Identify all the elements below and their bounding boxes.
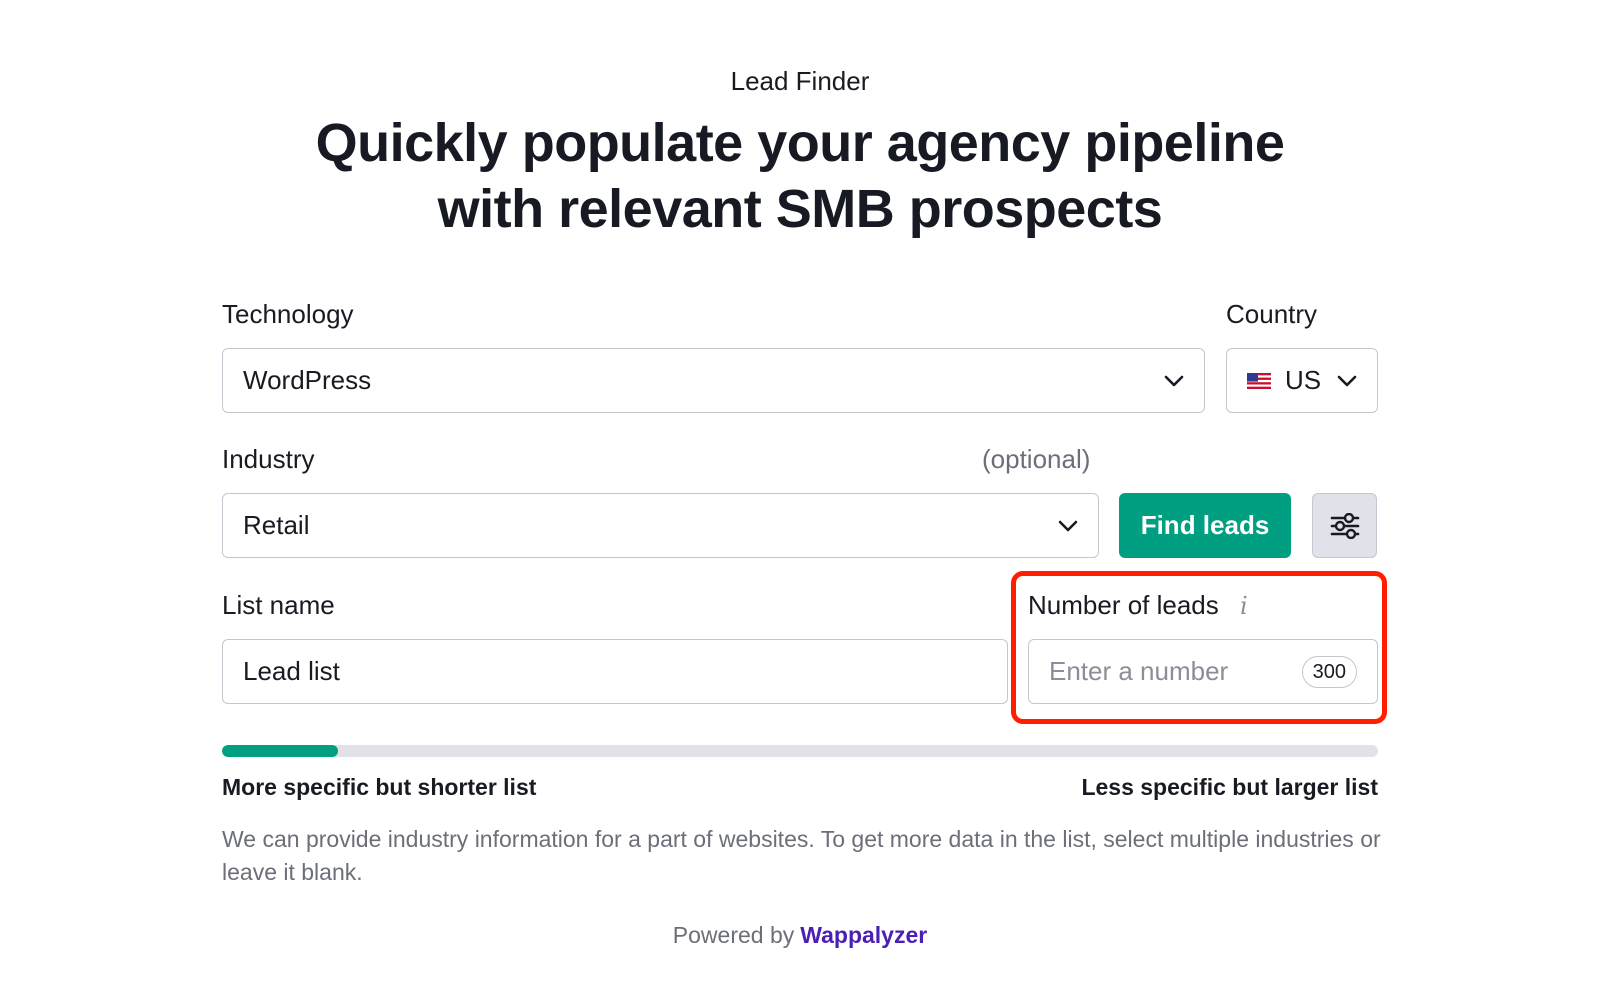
powered-by-text: Powered by	[672, 922, 795, 948]
number-of-leads-placeholder: Enter a number	[1049, 656, 1229, 686]
technology-label: Technology	[222, 299, 354, 329]
list-name-label: List name	[222, 590, 335, 620]
list-name-value: Lead list	[243, 656, 340, 686]
sliders-icon	[1330, 512, 1359, 539]
number-of-leads-label-text: Number of leads	[1028, 590, 1219, 620]
footer: Powered by Wappalyzer	[0, 922, 1600, 949]
list-name-input[interactable]: Lead list	[222, 639, 1008, 704]
number-of-leads-label: Number of leads i	[1028, 590, 1248, 621]
wappalyzer-link[interactable]: Wappalyzer	[800, 922, 927, 948]
us-flag-icon	[1247, 372, 1271, 389]
leads-counter-badge: 300	[1301, 655, 1357, 688]
industry-select[interactable]: Retail	[222, 493, 1099, 558]
specificity-right-label: Less specific but larger list	[1081, 774, 1378, 800]
specificity-track	[222, 745, 1378, 757]
industry-value: Retail	[243, 510, 310, 540]
headline-line-2: with relevant SMB prospects	[437, 179, 1163, 239]
info-icon[interactable]: i	[1240, 591, 1248, 621]
find-leads-button[interactable]: Find leads	[1119, 493, 1291, 558]
specificity-fill	[222, 745, 338, 757]
headline-line-1: Quickly populate your agency pipeline	[315, 113, 1285, 173]
page-eyebrow: Lead Finder	[730, 66, 870, 96]
industry-label: Industry	[222, 444, 315, 474]
specificity-left-label: More specific but shorter list	[222, 774, 537, 800]
technology-select[interactable]: WordPress	[222, 348, 1205, 413]
filter-settings-button[interactable]	[1312, 493, 1377, 558]
chevron-down-icon	[1337, 375, 1357, 386]
industry-optional-note: (optional)	[982, 444, 1091, 474]
country-label: Country	[1226, 299, 1318, 329]
country-select[interactable]: US	[1226, 348, 1378, 413]
number-of-leads-input[interactable]: Enter a number 300	[1028, 639, 1378, 704]
page-title: Quickly populate your agency pipeline wi…	[0, 110, 1600, 242]
industry-info-note: We can provide industry information for …	[222, 826, 1381, 885]
country-value: US	[1285, 365, 1322, 395]
technology-value: WordPress	[243, 365, 372, 395]
chevron-down-icon	[1058, 520, 1078, 531]
chevron-down-icon	[1164, 375, 1184, 386]
